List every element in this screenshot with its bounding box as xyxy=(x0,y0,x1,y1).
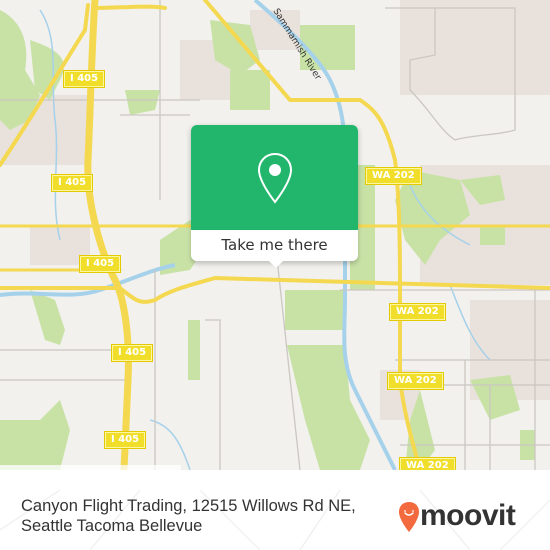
popup-header xyxy=(191,125,358,230)
location-popup: Take me there xyxy=(191,125,358,268)
route-shield-i405: I 405 xyxy=(105,432,146,448)
take-me-there-button[interactable]: Take me there xyxy=(191,230,358,261)
route-shield-i405: I 405 xyxy=(64,71,105,87)
route-shield-wa202: WA 202 xyxy=(388,373,443,389)
moovit-logo[interactable]: moovit xyxy=(398,498,548,538)
footer: Canyon Flight Trading, 12515 Willows Rd … xyxy=(0,490,550,550)
route-shield-wa202: WA 202 xyxy=(400,458,455,470)
moovit-pin-icon xyxy=(399,502,419,532)
route-shield-i405: I 405 xyxy=(52,175,93,191)
moovit-wordmark: moovit xyxy=(420,499,516,532)
location-address: Canyon Flight Trading, 12515 Willows Rd … xyxy=(21,497,356,535)
popup-pointer xyxy=(268,260,284,268)
route-shield-i405: I 405 xyxy=(80,256,121,272)
route-shield-wa202: WA 202 xyxy=(366,168,421,184)
map-view[interactable]: I 405 I 405 I 405 I 405 I 405 WA 202 WA … xyxy=(0,0,550,470)
route-shield-wa202: WA 202 xyxy=(390,304,445,320)
map-attribution[interactable]: © OpenStreetMap contributors xyxy=(0,465,181,470)
map-pin-icon xyxy=(257,152,293,204)
route-shield-i405: I 405 xyxy=(112,345,153,361)
